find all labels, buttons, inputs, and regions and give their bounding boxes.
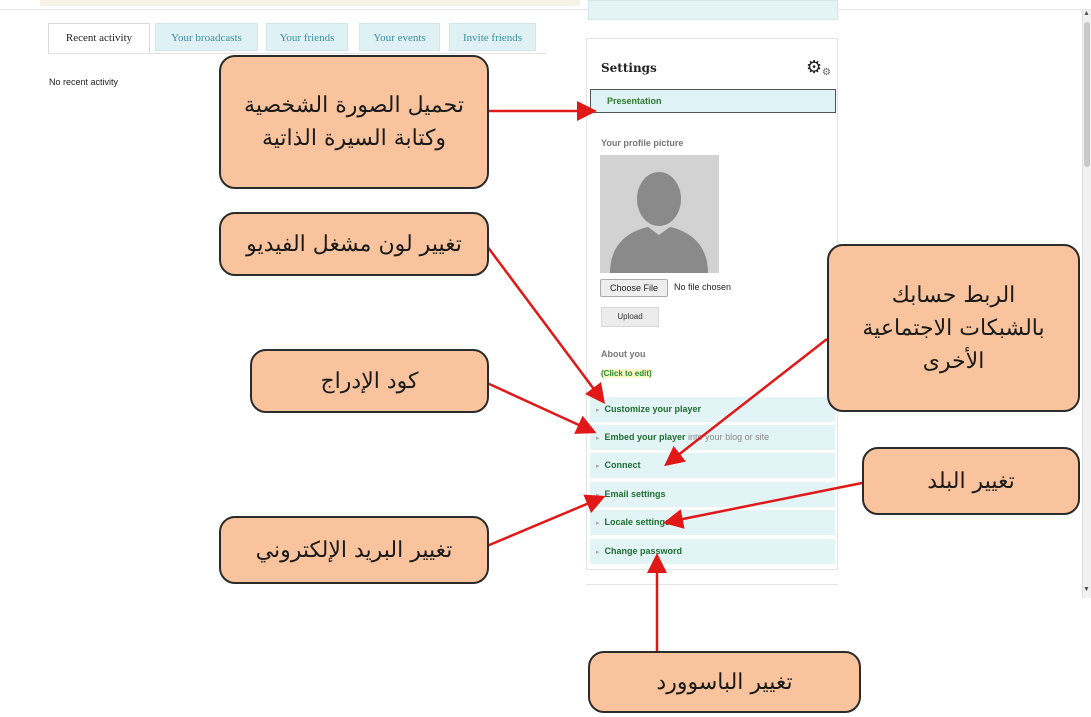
- menu-change-password[interactable]: ▸ Change password: [590, 539, 835, 564]
- avatar-silhouette-icon: [600, 155, 719, 273]
- menu-label: Connect: [604, 460, 641, 470]
- about-you-label: About you: [601, 349, 646, 359]
- menu-sublabel: into your blog or site: [685, 432, 770, 442]
- menu-embed-player[interactable]: ▸ Embed your player into your blog or sit…: [590, 425, 835, 450]
- callout-line: الربط حسابك: [891, 282, 1016, 308]
- menu-label: Customize your player: [604, 404, 702, 414]
- callout-line: وكتابة السيرة الذاتية: [261, 126, 447, 151]
- avatar: [600, 155, 719, 273]
- presentation-section[interactable]: Presentation: [590, 89, 836, 113]
- panel-bottom-edge: [586, 584, 838, 597]
- tab-invite-friends[interactable]: Invite friends: [449, 23, 536, 51]
- menu-label: Locale settings: [604, 517, 671, 527]
- caret-icon: ▸: [596, 549, 600, 556]
- callout-line: الأخرى: [922, 348, 985, 374]
- menu-label: Email settings: [604, 489, 666, 499]
- callout-change-password: تغيير الباسوورد: [588, 651, 861, 713]
- callout-change-country: تغيير البلد: [862, 447, 1080, 515]
- caret-icon: ▸: [596, 492, 600, 499]
- gear-icon[interactable]: ⚙: [806, 58, 822, 76]
- menu-email-settings[interactable]: ▸ Email settings: [590, 482, 835, 507]
- arrow-embed-code: [486, 381, 597, 434]
- callout-text: تغيير البلد: [927, 468, 1015, 494]
- top-strip: [40, 0, 580, 6]
- callout-embed-code: كود الإدراج: [250, 349, 489, 413]
- profile-picture-label: Your profile picture: [601, 138, 684, 148]
- scroll-down-icon[interactable]: ▼: [1083, 586, 1090, 593]
- callout-connect-social: الربط حسابك بالشبكات الاجتماعية الأخرى: [827, 244, 1080, 412]
- callout-text: تغيير لون مشغل الفيديو: [246, 231, 462, 257]
- arrow-change-email: [486, 494, 606, 548]
- menu-connect[interactable]: ▸ Connect: [590, 453, 835, 478]
- caret-icon: ▸: [596, 407, 600, 414]
- callout-player-color: تغيير لون مشغل الفيديو: [219, 212, 489, 276]
- tab-your-events[interactable]: Your events: [359, 23, 440, 51]
- no-file-text: No file chosen: [674, 282, 732, 292]
- caret-icon: ▸: [596, 435, 600, 442]
- menu-label: Change password: [604, 546, 683, 556]
- scroll-up-icon[interactable]: ▲: [1083, 10, 1090, 17]
- tab-your-friends[interactable]: Your friends: [266, 23, 348, 51]
- click-to-edit-link[interactable]: (Click to edit): [601, 369, 652, 378]
- panel-top-strip: [588, 0, 838, 20]
- callout-change-email: تغيير البريد الإلكتروني: [219, 516, 489, 584]
- callout-upload-photo: تحميل الصورة الشخصية وكتابة السيرة الذات…: [219, 55, 489, 189]
- settings-title: Settings: [601, 61, 657, 75]
- top-divider: [0, 9, 1091, 10]
- callout-line: بالشبكات الاجتماعية: [862, 315, 1045, 341]
- upload-button[interactable]: Upload: [601, 307, 659, 327]
- menu-customize-player[interactable]: ▸ Customize your player: [590, 397, 835, 422]
- choose-file-button[interactable]: Choose File: [600, 279, 668, 297]
- caret-icon: ▸: [596, 520, 600, 527]
- menu-label: Embed your player: [604, 432, 686, 442]
- callout-text: تغيير الباسوورد: [656, 669, 793, 695]
- tab-your-broadcasts[interactable]: Your broadcasts: [155, 23, 258, 51]
- small-gear-icon: ⚙: [822, 67, 831, 78]
- no-activity-text: No recent activity: [49, 77, 119, 87]
- callout-text: كود الإدراج: [320, 368, 419, 394]
- callout-text: تغيير البريد الإلكتروني: [255, 537, 453, 563]
- arrow-player-color: [485, 245, 605, 405]
- callout-line: تحميل الصورة الشخصية: [244, 93, 464, 118]
- tab-recent-activity[interactable]: Recent activity: [48, 23, 150, 54]
- tabs-divider: [48, 53, 546, 54]
- scrollbar-thumb[interactable]: [1084, 22, 1090, 167]
- caret-icon: ▸: [596, 463, 600, 470]
- menu-locale-settings[interactable]: ▸ Locale settings: [590, 510, 835, 535]
